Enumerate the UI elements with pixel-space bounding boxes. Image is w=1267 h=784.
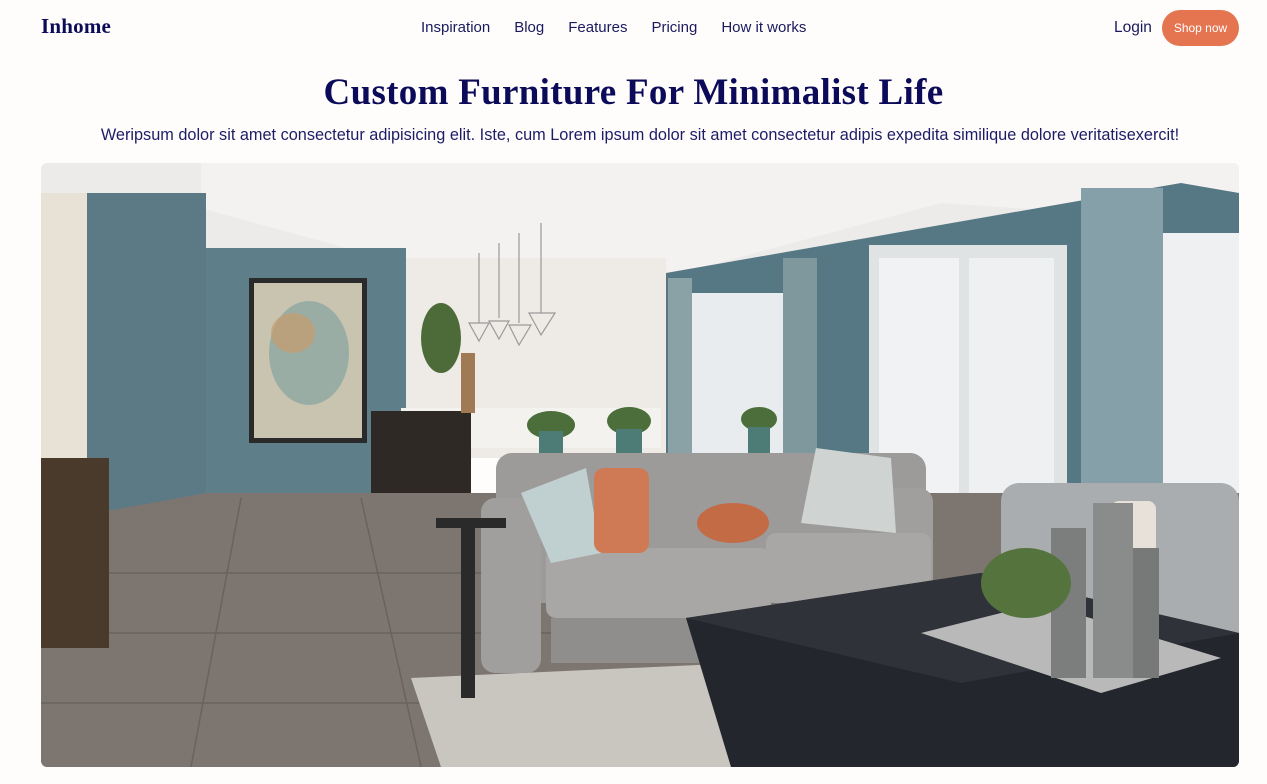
hero-title: Custom Furniture For Minimalist Life <box>323 72 944 113</box>
shop-now-button[interactable]: Shop now <box>1162 10 1239 46</box>
hero-image <box>41 163 1239 767</box>
nav-link-how-it-works[interactable]: How it works <box>721 19 806 36</box>
nav-link-blog[interactable]: Blog <box>514 19 544 36</box>
navbar: Inhome Inspiration Blog Features Pricing… <box>0 0 1267 58</box>
login-link[interactable]: Login <box>1114 19 1152 37</box>
main-nav: Inspiration Blog Features Pricing How it… <box>421 19 806 36</box>
nav-link-features[interactable]: Features <box>568 19 627 36</box>
nav-link-pricing[interactable]: Pricing <box>651 19 697 36</box>
nav-link-inspiration[interactable]: Inspiration <box>421 19 490 36</box>
hero-subtitle: Weripsum dolor sit amet consectetur adip… <box>100 126 1180 144</box>
brand-logo[interactable]: Inhome <box>41 14 111 39</box>
